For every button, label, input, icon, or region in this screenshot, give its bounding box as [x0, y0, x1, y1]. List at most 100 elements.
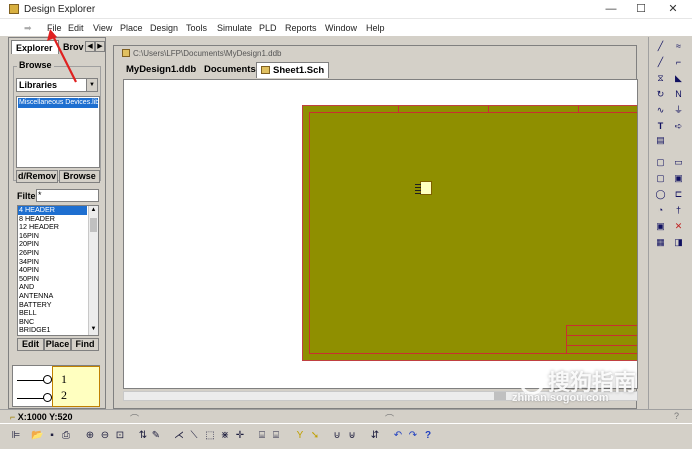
library-list-item-selected[interactable]: Miscellaneous Devices.lib	[18, 98, 98, 108]
close-button[interactable]: ✕	[658, 2, 688, 17]
bus-entry-icon[interactable]: ╱	[655, 57, 666, 68]
rectangle-icon[interactable]: ▢	[655, 157, 666, 168]
menu-file[interactable]: File	[47, 23, 62, 33]
text-icon[interactable]: T	[655, 121, 666, 132]
annotation-icon[interactable]: ◨	[673, 237, 684, 248]
wire-draw-icon[interactable]: ⟍	[188, 430, 200, 442]
h-scroll-thumb[interactable]	[494, 392, 506, 400]
wire-icon[interactable]: ╱	[655, 41, 666, 52]
zoom-out-icon[interactable]: ⊖	[99, 430, 111, 442]
no-erc-icon[interactable]: ✕	[673, 221, 684, 232]
port-icon[interactable]: N	[673, 89, 684, 100]
component-list-scrollbar[interactable]: ▲ ▼	[88, 206, 98, 335]
net-label-icon[interactable]: ⌐	[673, 57, 684, 68]
browse-group-title: Browse	[17, 60, 54, 70]
probe-icon[interactable]: ➪	[673, 121, 684, 132]
print-icon[interactable]: ⎙	[60, 430, 72, 442]
schematic-canvas[interactable]	[123, 79, 638, 389]
menu-help[interactable]: Help	[366, 23, 385, 33]
panel-toggle-icon[interactable]: ⊫	[10, 430, 22, 442]
zoom-fit-icon[interactable]: ⊡	[114, 430, 126, 442]
part-icon[interactable]: ▣	[673, 173, 684, 184]
marker-icon[interactable]: Y	[294, 430, 306, 442]
library-list[interactable]: Miscellaneous Devices.lib	[16, 96, 100, 168]
pencil-icon[interactable]: ✎	[150, 430, 162, 442]
align-icon[interactable]: ⇵	[369, 430, 381, 442]
pld-icon[interactable]: ⊎	[346, 430, 358, 442]
component-list[interactable]: 4 HEADER 8 HEADER 12 HEADER 16PIN 20PIN 26PIN…	[17, 205, 99, 336]
document-path: C:\Users\LFP\Documents\MyDesign1.ddb	[122, 49, 282, 58]
redo-icon[interactable]: ↷	[407, 430, 419, 442]
ellipse-icon[interactable]: ◯	[655, 189, 666, 200]
sine-icon[interactable]: ∿	[655, 105, 666, 116]
scroll-thumb[interactable]	[90, 218, 97, 232]
menu-reports[interactable]: Reports	[285, 23, 317, 33]
pin-icon[interactable]: †	[673, 205, 684, 216]
power-port-icon[interactable]: ⧖	[655, 73, 666, 84]
menu-tools[interactable]: Tools	[186, 23, 207, 33]
minimize-button[interactable]: —	[596, 2, 626, 17]
find-button[interactable]: Find	[71, 338, 99, 351]
menu-pld[interactable]: PLD	[259, 23, 277, 33]
hierarchy-icon[interactable]: ⇅	[137, 430, 149, 442]
watermark-url: zhinan.sogou.com	[512, 392, 609, 404]
ground-icon[interactable]: ◣	[673, 73, 684, 84]
library-icon[interactable]: ⌸	[256, 430, 268, 442]
menu-view[interactable]: View	[93, 23, 112, 33]
rounded-rect-icon[interactable]: ▢	[655, 173, 666, 184]
menu-design[interactable]: Design	[150, 23, 178, 33]
tab-design-database[interactable]: MyDesign1.ddb	[122, 62, 200, 78]
image-icon[interactable]: ▣	[655, 221, 666, 232]
chevron-down-icon[interactable]: ▼	[86, 79, 97, 91]
select-icon[interactable]: ⬚	[204, 430, 216, 442]
component-pin	[415, 187, 421, 188]
simulate-icon[interactable]: ⊍	[331, 430, 343, 442]
add-remove-button[interactable]: d/Remov	[16, 170, 58, 183]
list-item[interactable]: BRIDGE1	[18, 326, 98, 335]
menu-place[interactable]: Place	[120, 23, 143, 33]
menu-edit[interactable]: Edit	[68, 23, 84, 33]
sheet-symbol-icon[interactable]: ▤	[655, 135, 666, 146]
help-icon[interactable]: ?	[674, 411, 679, 421]
pie-icon[interactable]: ◔	[655, 205, 666, 216]
tab-documents[interactable]: Documents	[200, 62, 260, 78]
part-browser-icon[interactable]: ⌸	[270, 430, 282, 442]
save-icon[interactable]: ▪	[46, 430, 58, 442]
scroll-up-icon[interactable]: ▲	[89, 206, 98, 215]
filter-input[interactable]: *	[36, 189, 99, 202]
placed-component-4-header[interactable]	[415, 181, 432, 195]
tab-prev-icon[interactable]: ◀	[85, 41, 95, 52]
cursor-coordinates: ⌐ X:1000 Y:520	[10, 412, 73, 422]
open-icon[interactable]: 📂	[31, 430, 43, 442]
place-button[interactable]: Place	[44, 338, 71, 351]
maximize-button[interactable]: ☐	[626, 2, 656, 17]
browse-button[interactable]: Browse	[59, 170, 100, 183]
cross-probe-icon[interactable]: ⋌	[173, 430, 185, 442]
document-window: C:\Users\LFP\Documents\MyDesign1.ddb MyD…	[113, 45, 638, 409]
vcc-icon[interactable]: ⏚	[673, 105, 684, 116]
menu-arrow-icon[interactable]: ➡	[24, 24, 36, 33]
array-icon[interactable]: ▦	[655, 237, 666, 248]
schematic-sheet[interactable]	[302, 105, 637, 361]
tab-explorer[interactable]: Explorer	[11, 40, 59, 54]
directive-icon[interactable]: ⊏	[673, 189, 684, 200]
junction-icon[interactable]: ↻	[655, 89, 666, 100]
run-icon[interactable]: ➘	[309, 430, 321, 442]
deselect-icon[interactable]: ⋇	[219, 430, 231, 442]
zoom-in-icon[interactable]: ⊕	[84, 430, 96, 442]
help-icon[interactable]: ?	[422, 430, 434, 442]
menu-simulate[interactable]: Simulate	[217, 23, 252, 33]
browse-mode-select[interactable]: Libraries ▼	[16, 78, 98, 92]
sheet-entry-icon[interactable]: ▭	[673, 157, 684, 168]
tab-next-icon[interactable]: ▶	[95, 41, 105, 52]
edit-button[interactable]: Edit	[17, 338, 44, 351]
scroll-down-icon[interactable]: ▼	[89, 325, 98, 334]
preview-pin-number: 2	[61, 388, 67, 402]
document-path-text: C:\Users\LFP\Documents\MyDesign1.ddb	[133, 49, 282, 58]
bus-icon[interactable]: ≈	[673, 41, 684, 52]
tab-browse-sch[interactable]: Brov	[59, 40, 87, 54]
move-icon[interactable]: ✛	[234, 430, 246, 442]
menu-window[interactable]: Window	[325, 23, 357, 33]
tab-sheet1-sch[interactable]: Sheet1.Sch	[256, 62, 330, 78]
undo-icon[interactable]: ↶	[392, 430, 404, 442]
